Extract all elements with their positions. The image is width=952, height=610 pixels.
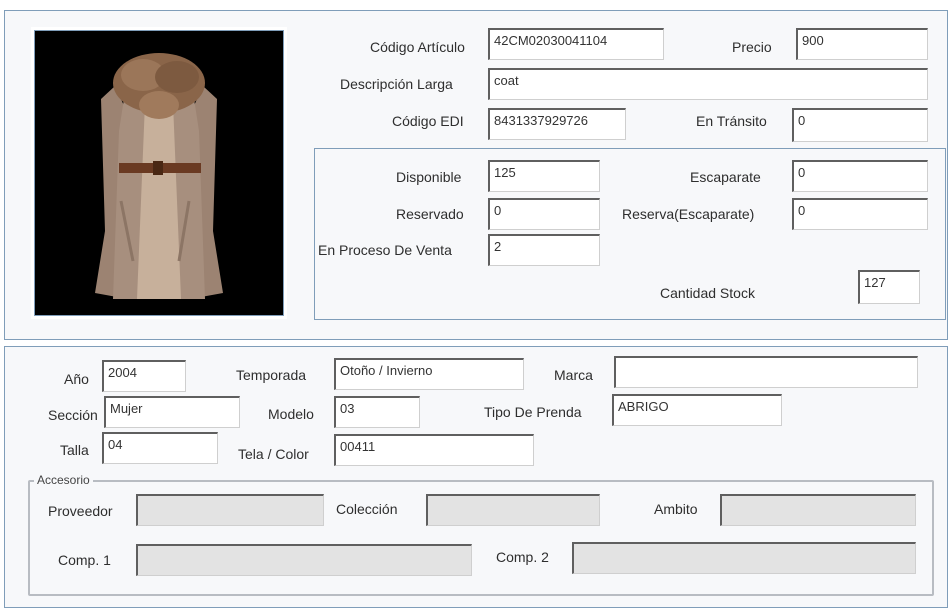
modelo-field[interactable]: 03 [334, 396, 420, 428]
seccion-label: Sección [48, 407, 98, 423]
comp2-field[interactable] [572, 542, 916, 574]
en-transito-label: En Tránsito [696, 113, 767, 129]
codigo-articulo-field[interactable]: 42CM02030041104 [488, 28, 664, 60]
proveedor-field[interactable] [136, 494, 324, 526]
seccion-field[interactable]: Mujer [104, 396, 240, 428]
tipo-prenda-field[interactable]: ABRIGO [612, 394, 782, 426]
en-transito-field[interactable]: 0 [792, 108, 928, 142]
reservado-label: Reservado [396, 206, 464, 222]
precio-label: Precio [732, 39, 772, 55]
reservado-field[interactable]: 0 [488, 198, 600, 230]
ambito-label: Ambito [654, 501, 698, 517]
tipo-prenda-label: Tipo De Prenda [484, 404, 582, 420]
marca-field[interactable] [614, 356, 918, 388]
comp1-label: Comp. 1 [58, 552, 111, 568]
modelo-label: Modelo [268, 406, 314, 422]
cantidad-stock-field[interactable]: 127 [858, 270, 920, 304]
product-image-frame [31, 27, 287, 319]
ambito-field[interactable] [720, 494, 916, 526]
en-proceso-venta-field[interactable]: 2 [488, 234, 600, 266]
reserva-escaparate-field[interactable]: 0 [792, 198, 928, 230]
anio-field[interactable]: 2004 [102, 360, 186, 392]
escaparate-label: Escaparate [690, 169, 761, 185]
coleccion-field[interactable] [426, 494, 600, 526]
product-coat-image [35, 31, 283, 315]
codigo-articulo-label: Código Artículo [370, 39, 465, 55]
talla-field[interactable]: 04 [102, 432, 218, 464]
anio-label: Año [64, 371, 89, 387]
codigo-edi-field[interactable]: 8431337929726 [488, 108, 626, 140]
temporada-label: Temporada [236, 367, 307, 383]
accesorio-group-title: Accesorio [34, 473, 93, 487]
proveedor-label: Proveedor [48, 503, 113, 519]
tela-color-field[interactable]: 00411 [334, 434, 534, 466]
disponible-label: Disponible [396, 169, 462, 185]
reserva-escaparate-label: Reserva(Escaparate) [622, 206, 755, 222]
descripcion-larga-label: Descripción Larga [340, 76, 453, 92]
codigo-edi-label: Código EDI [392, 113, 464, 129]
comp2-label: Comp. 2 [496, 549, 549, 565]
disponible-field[interactable]: 125 [488, 160, 600, 192]
precio-field[interactable]: 900 [796, 28, 928, 60]
comp1-field[interactable] [136, 544, 472, 576]
temporada-field[interactable]: Otoño / Invierno [334, 358, 524, 390]
tela-color-label: Tela / Color [238, 446, 309, 462]
coleccion-label: Colección [336, 501, 398, 517]
marca-label: Marca [554, 367, 593, 383]
descripcion-larga-field[interactable]: coat [488, 68, 928, 100]
escaparate-field[interactable]: 0 [792, 160, 928, 192]
talla-label: Talla [60, 442, 89, 458]
cantidad-stock-label: Cantidad Stock [660, 285, 755, 301]
en-proceso-venta-label: En Proceso De Venta [318, 242, 452, 258]
